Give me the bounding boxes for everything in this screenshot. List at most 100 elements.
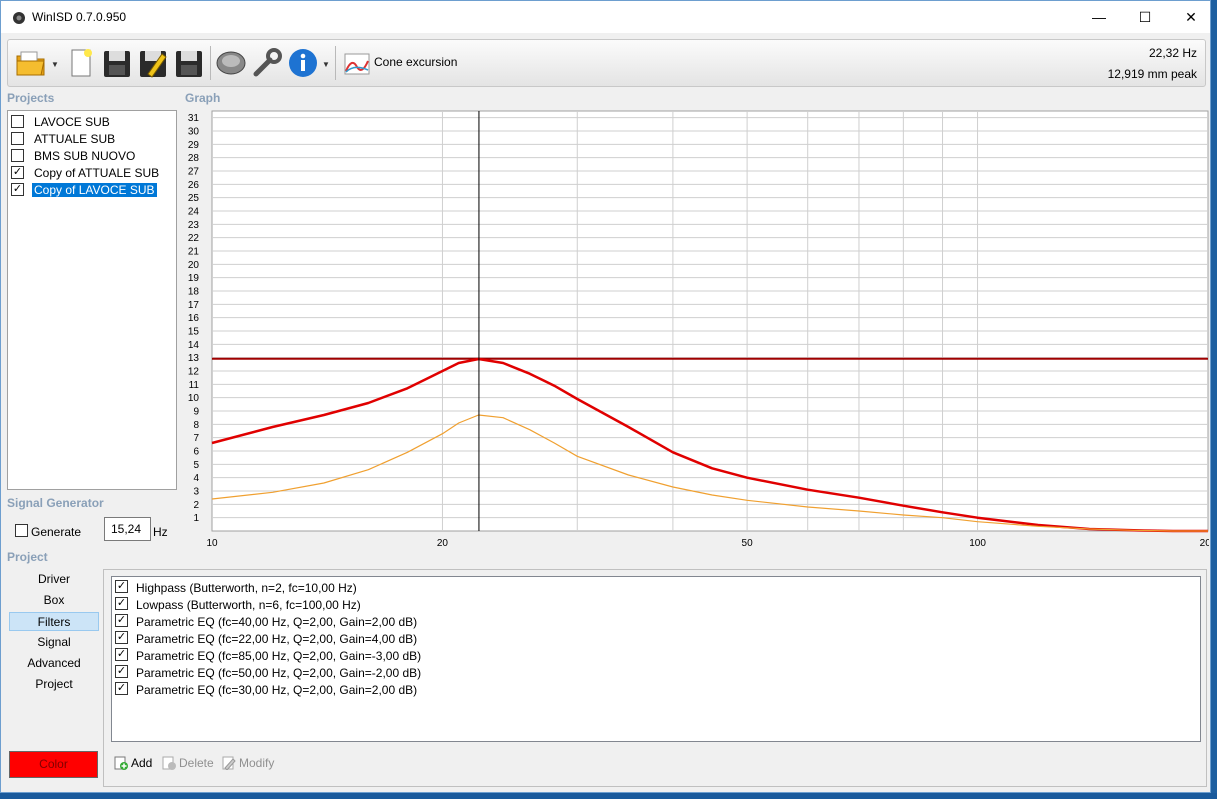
settings-wrench-icon[interactable] (250, 46, 284, 80)
y-tick-label: 11 (189, 380, 200, 391)
filter-item[interactable]: ✓ Parametric EQ (fc=85,00 Hz, Q=2,00, Ga… (115, 647, 1195, 664)
filter-label[interactable]: Parametric EQ (fc=50,00 Hz, Q=2,00, Gain… (136, 666, 421, 680)
minimize-button[interactable]: — (1076, 1, 1122, 33)
project-section-label: Project (7, 550, 48, 564)
cursor-value-readout: 12,919 mm peak (1107, 67, 1197, 81)
x-tick-label: 100 (969, 538, 986, 548)
project-item[interactable]: BMS SUB NUOVO (11, 148, 175, 164)
filter-label[interactable]: Parametric EQ (fc=40,00 Hz, Q=2,00, Gain… (136, 615, 417, 629)
y-tick-label: 16 (188, 313, 200, 324)
project-label[interactable]: Copy of LAVOCE SUB (32, 183, 157, 197)
project-checkbox-checked[interactable]: ✓ (11, 166, 24, 179)
y-tick-label: 13 (188, 353, 200, 364)
driver-icon[interactable] (214, 46, 248, 80)
project-checkbox-checked[interactable]: ✓ (11, 183, 24, 196)
y-tick-label: 23 (188, 220, 200, 231)
y-tick-label: 20 (188, 260, 200, 271)
modify-label: Modify (239, 756, 275, 770)
save-all-icon[interactable] (172, 46, 206, 80)
save-as-icon[interactable] (136, 46, 170, 80)
open-folder-icon[interactable] (14, 46, 48, 80)
filter-label[interactable]: Highpass (Butterworth, n=2, fc=10,00 Hz) (136, 581, 357, 595)
filter-label[interactable]: Lowpass (Butterworth, n=6, fc=100,00 Hz) (136, 598, 361, 612)
graph-panel[interactable]: 1 2 3 4 5 6 7 8 9 10 11 12 13 14 15 16 17 18 19 20 21 22 23 24 2… (177, 108, 1217, 549)
title-bar: WinISD 0.7.0.950 — ☐ ✕ (1, 1, 1210, 33)
frequency-unit-label: Hz (153, 525, 168, 539)
project-item-selected[interactable]: ✓ Copy of LAVOCE SUB (11, 182, 175, 198)
toolbar-separator (335, 46, 336, 80)
info-icon[interactable] (286, 46, 320, 80)
nav-signal[interactable]: Signal (9, 633, 99, 652)
y-tick-label: 31 (188, 113, 200, 124)
y-tick-label: 6 (193, 447, 199, 458)
filters-list: ✓ Highpass (Butterworth, n=2, fc=10,00 H… (111, 576, 1201, 742)
y-tick-label: 22 (188, 233, 200, 244)
filter-checkbox-checked[interactable]: ✓ (115, 682, 128, 695)
project-label[interactable]: BMS SUB NUOVO (32, 149, 137, 163)
nav-filters[interactable]: Filters (9, 612, 99, 631)
y-tick-label: 26 (188, 180, 200, 191)
x-tick-label: 200 (1200, 538, 1209, 548)
app-window: WinISD 0.7.0.950 — ☐ ✕ ▼ ▼ Cone excursio… (0, 0, 1217, 793)
y-tick-label: 29 (188, 140, 200, 151)
nav-advanced[interactable]: Advanced (9, 654, 99, 673)
y-tick-label: 5 (193, 460, 199, 471)
new-project-icon[interactable] (64, 46, 98, 80)
filter-checkbox-checked[interactable]: ✓ (115, 614, 128, 627)
y-tick-label: 15 (188, 327, 200, 338)
y-tick-label: 10 (188, 393, 200, 404)
y-tick-label: 28 (188, 153, 200, 164)
filter-item[interactable]: ✓ Parametric EQ (fc=40,00 Hz, Q=2,00, Ga… (115, 613, 1195, 630)
filter-checkbox-checked[interactable]: ✓ (115, 631, 128, 644)
x-tick-label: 10 (206, 538, 218, 548)
project-label[interactable]: ATTUALE SUB (32, 132, 117, 146)
filter-label[interactable]: Parametric EQ (fc=30,00 Hz, Q=2,00, Gain… (136, 683, 417, 697)
app-speaker-icon (13, 12, 25, 24)
filter-item[interactable]: ✓ Highpass (Butterworth, n=2, fc=10,00 H… (115, 579, 1195, 596)
filter-item[interactable]: ✓ Parametric EQ (fc=30,00 Hz, Q=2,00, Ga… (115, 681, 1195, 698)
y-tick-label: 7 (193, 433, 199, 444)
filter-checkbox-checked[interactable]: ✓ (115, 665, 128, 678)
y-tick-label: 25 (188, 193, 200, 204)
generate-label[interactable]: Generate (31, 525, 81, 539)
nav-project[interactable]: Project (9, 675, 99, 694)
filter-item[interactable]: ✓ Lowpass (Butterworth, n=6, fc=100,00 H… (115, 596, 1195, 613)
x-tick-label: 50 (742, 538, 754, 548)
filter-item[interactable]: ✓ Parametric EQ (fc=50,00 Hz, Q=2,00, Ga… (115, 664, 1195, 681)
filter-label[interactable]: Parametric EQ (fc=22,00 Hz, Q=2,00, Gain… (136, 632, 417, 646)
filter-checkbox-checked[interactable]: ✓ (115, 597, 128, 610)
project-item[interactable]: ✓ Copy of ATTUALE SUB (11, 165, 175, 181)
y-tick-label: 21 (188, 247, 200, 258)
close-button[interactable]: ✕ (1168, 1, 1214, 33)
nav-box[interactable]: Box (9, 591, 99, 610)
project-checkbox[interactable] (11, 149, 24, 162)
main-toolbar: ▼ ▼ Cone excursion 22,32 Hz 12,919 mm pe… (7, 39, 1206, 87)
maximize-button[interactable]: ☐ (1122, 1, 1168, 33)
graph-type-label[interactable]: Cone excursion (374, 55, 457, 69)
project-checkbox[interactable] (11, 115, 24, 128)
frequency-input[interactable]: 15,24 (104, 517, 151, 541)
signal-generator-section-label: Signal Generator (7, 496, 104, 510)
filter-checkbox-checked[interactable]: ✓ (115, 648, 128, 661)
nav-driver[interactable]: Driver (9, 570, 99, 589)
project-label[interactable]: Copy of ATTUALE SUB (32, 166, 161, 180)
cone-excursion-chart-icon[interactable] (340, 46, 374, 80)
toolbar-separator (210, 46, 211, 80)
save-icon[interactable] (100, 46, 134, 80)
info-dropdown-icon[interactable]: ▼ (322, 60, 330, 69)
open-dropdown-icon[interactable]: ▼ (51, 60, 59, 69)
filter-item[interactable]: ✓ Parametric EQ (fc=22,00 Hz, Q=2,00, Ga… (115, 630, 1195, 647)
project-color-button[interactable]: Color (9, 751, 98, 778)
project-label[interactable]: LAVOCE SUB (32, 115, 112, 129)
cone-excursion-chart[interactable]: 1234567891011121314151617181920212223242… (177, 108, 1217, 549)
modify-icon (222, 756, 236, 770)
project-item[interactable]: LAVOCE SUB (11, 114, 175, 130)
y-tick-label: 3 (193, 487, 199, 498)
y-tick-label: 27 (188, 167, 200, 178)
generate-checkbox[interactable] (15, 524, 28, 537)
filter-checkbox-checked[interactable]: ✓ (115, 580, 128, 593)
project-item[interactable]: ATTUALE SUB (11, 131, 175, 147)
filter-label[interactable]: Parametric EQ (fc=85,00 Hz, Q=2,00, Gain… (136, 649, 421, 663)
y-tick-label: 18 (188, 287, 200, 298)
project-checkbox[interactable] (11, 132, 24, 145)
